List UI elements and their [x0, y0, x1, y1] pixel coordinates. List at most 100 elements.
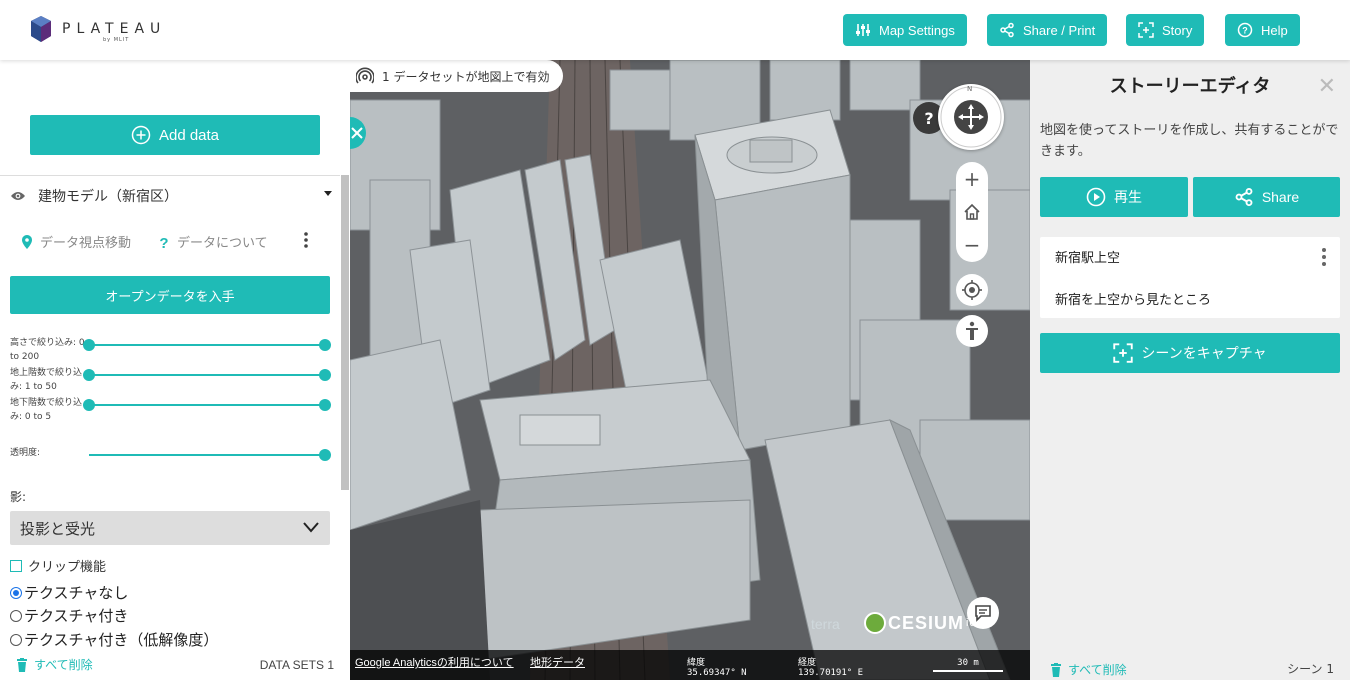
feedback-icon	[975, 605, 991, 622]
slider-thumb-low[interactable]	[83, 399, 95, 411]
feedback-button[interactable]	[967, 597, 999, 629]
floors-above-label: 地上階数で絞り込み: 1 to 50	[10, 368, 83, 392]
plateau-cube-icon	[31, 16, 51, 42]
slider-track[interactable]	[89, 344, 325, 346]
share-label: Share	[1261, 189, 1300, 205]
chevron-down-icon	[303, 522, 319, 533]
zoom-in-button[interactable]: +	[964, 169, 981, 189]
capture-scene-button[interactable]: シーンをキャプチャ	[1040, 333, 1340, 373]
scene-count: シーン 1	[1287, 662, 1334, 676]
slider-track[interactable]	[89, 404, 325, 406]
story-label: Story	[1162, 22, 1193, 38]
delete-all-button[interactable]: すべて削除	[16, 656, 93, 673]
slider-track[interactable]	[89, 374, 325, 376]
cesium-ion-logo[interactable]: CESIUM ion	[864, 612, 984, 634]
map-status-bar: Google Analyticsの利用について 地形データ 緯度 35.6934…	[350, 650, 1030, 680]
radio-button[interactable]	[10, 633, 22, 646]
map-settings-button[interactable]: Map Settings	[843, 14, 967, 46]
eye-icon[interactable]	[10, 190, 26, 202]
person-icon	[966, 321, 978, 340]
plateau-logo[interactable]: PLATEAU	[30, 14, 166, 44]
floors-below-label: 地下階数で絞り込み: 0 to 5	[10, 398, 83, 422]
my-location-button[interactable]	[956, 274, 988, 306]
dataset-header[interactable]: 建物モデル（新宿区）	[10, 186, 332, 206]
longitude-label: 経度	[798, 658, 817, 668]
slider-thumb[interactable]	[319, 449, 331, 461]
cesium-logo-icon	[864, 612, 886, 634]
logo-text: PLATEAU	[62, 21, 167, 37]
texture-none-radio[interactable]: テクスチャなし	[10, 582, 128, 603]
add-data-button[interactable]: Add data	[30, 115, 320, 155]
story-editor-description: 地図を使ってストーリを作成し、共有することができます。	[1040, 123, 1339, 159]
height-filter-label: 高さで絞り込み: 0 to 200	[10, 338, 85, 362]
help-button[interactable]: ? Help	[1225, 14, 1300, 46]
delete-all-scenes-button[interactable]: すべて削除	[1050, 661, 1127, 678]
notice-text: 1 データセットが地図上で有効	[382, 69, 550, 84]
play-story-button[interactable]: 再生	[1040, 177, 1188, 217]
close-story-editor-button[interactable]: ✕	[1318, 74, 1336, 99]
scene-title: 新宿駅上空	[1055, 251, 1121, 266]
help-icon: ?	[1237, 22, 1253, 38]
texture-on-radio[interactable]: テクスチャ付き	[10, 605, 128, 626]
clip-checkbox[interactable]: クリップ機能	[10, 556, 106, 575]
latitude-label: 緯度	[687, 658, 706, 668]
share-print-button[interactable]: Share / Print	[987, 14, 1108, 46]
height-filter-slider[interactable]: 高さで絞り込み: 0 to 200	[10, 336, 331, 366]
shadow-select[interactable]: 投影と受光	[10, 511, 330, 545]
slider-thumb-high[interactable]	[319, 399, 331, 411]
story-button[interactable]: Story	[1126, 14, 1205, 46]
compass-control[interactable]: N	[938, 84, 1004, 150]
clip-label: クリップ機能	[28, 560, 107, 575]
delete-all-scenes-label: すべて削除	[1068, 663, 1127, 677]
latitude-readout: 緯度 35.69347° N	[687, 658, 747, 678]
story-scene-card[interactable]: 新宿駅上空 新宿を上空から見たところ	[1040, 237, 1340, 318]
panel-scrollbar[interactable]	[341, 175, 349, 490]
opacity-slider[interactable]: 透明度:	[10, 446, 331, 476]
slider-thumb-low[interactable]	[83, 339, 95, 351]
svg-text:?: ?	[159, 235, 168, 249]
compass-north-label: N	[967, 85, 973, 93]
share-print-label: Share / Print	[1023, 22, 1096, 38]
texture-on-label: テクスチャ付き	[24, 607, 129, 625]
story-icon	[1138, 22, 1154, 38]
zoom-control: + −	[956, 162, 988, 262]
shadow-select-value: 投影と受光	[20, 519, 96, 538]
cesium-label: CESIUM	[888, 612, 965, 633]
slider-thumb-high[interactable]	[319, 369, 331, 381]
floors-above-slider[interactable]: 地上階数で絞り込み: 1 to 50	[10, 366, 331, 396]
close-icon	[351, 127, 363, 139]
dataset-title: 建物モデル（新宿区）	[38, 189, 178, 205]
divider	[0, 175, 340, 176]
texture-low-radio[interactable]: テクスチャ付き（低解像度）	[10, 629, 218, 650]
opacity-label: 透明度:	[10, 448, 41, 458]
map-viewer[interactable]: 1 データセットが地図上で有効 ? N + − terra CESIUM ion…	[350, 60, 1030, 680]
home-icon[interactable]	[963, 203, 981, 221]
latitude-value: 35.69347° N	[687, 668, 747, 678]
slider-thumb-high[interactable]	[319, 339, 331, 351]
help-label: Help	[1261, 22, 1288, 38]
map-3d-scene[interactable]	[350, 60, 1030, 680]
play-label: 再生	[1114, 189, 1142, 205]
radio-button[interactable]	[10, 609, 22, 622]
plus-circle-icon	[131, 125, 151, 145]
analytics-link[interactable]: Google Analyticsの利用について	[355, 654, 514, 670]
workbench-footer: すべて削除 DATA SETS 1	[0, 656, 350, 680]
checkbox-box[interactable]	[10, 559, 22, 572]
floors-below-slider[interactable]: 地下階数で絞り込み: 0 to 5	[10, 396, 331, 426]
more-vert-icon[interactable]	[1322, 247, 1326, 267]
radio-button[interactable]	[10, 586, 22, 599]
terrain-data-link[interactable]: 地形データ	[530, 654, 585, 670]
play-circle-icon	[1086, 187, 1106, 207]
zoom-out-button[interactable]: −	[964, 235, 981, 255]
share-story-button[interactable]: Share	[1193, 177, 1340, 217]
slider-thumb-low[interactable]	[83, 369, 95, 381]
location-pin-icon	[22, 234, 32, 249]
more-vert-icon[interactable]	[304, 232, 308, 248]
chevron-down-icon[interactable]	[324, 191, 332, 196]
pedestrian-mode-button[interactable]	[956, 315, 988, 347]
data-view-move-button[interactable]: データ視点移動	[22, 232, 131, 251]
longitude-readout: 経度 139.70191° E	[798, 658, 863, 678]
slider-track[interactable]	[89, 454, 325, 456]
data-about-button[interactable]: ? データについて	[159, 232, 267, 252]
get-open-data-button[interactable]: オープンデータを入手	[10, 276, 330, 314]
